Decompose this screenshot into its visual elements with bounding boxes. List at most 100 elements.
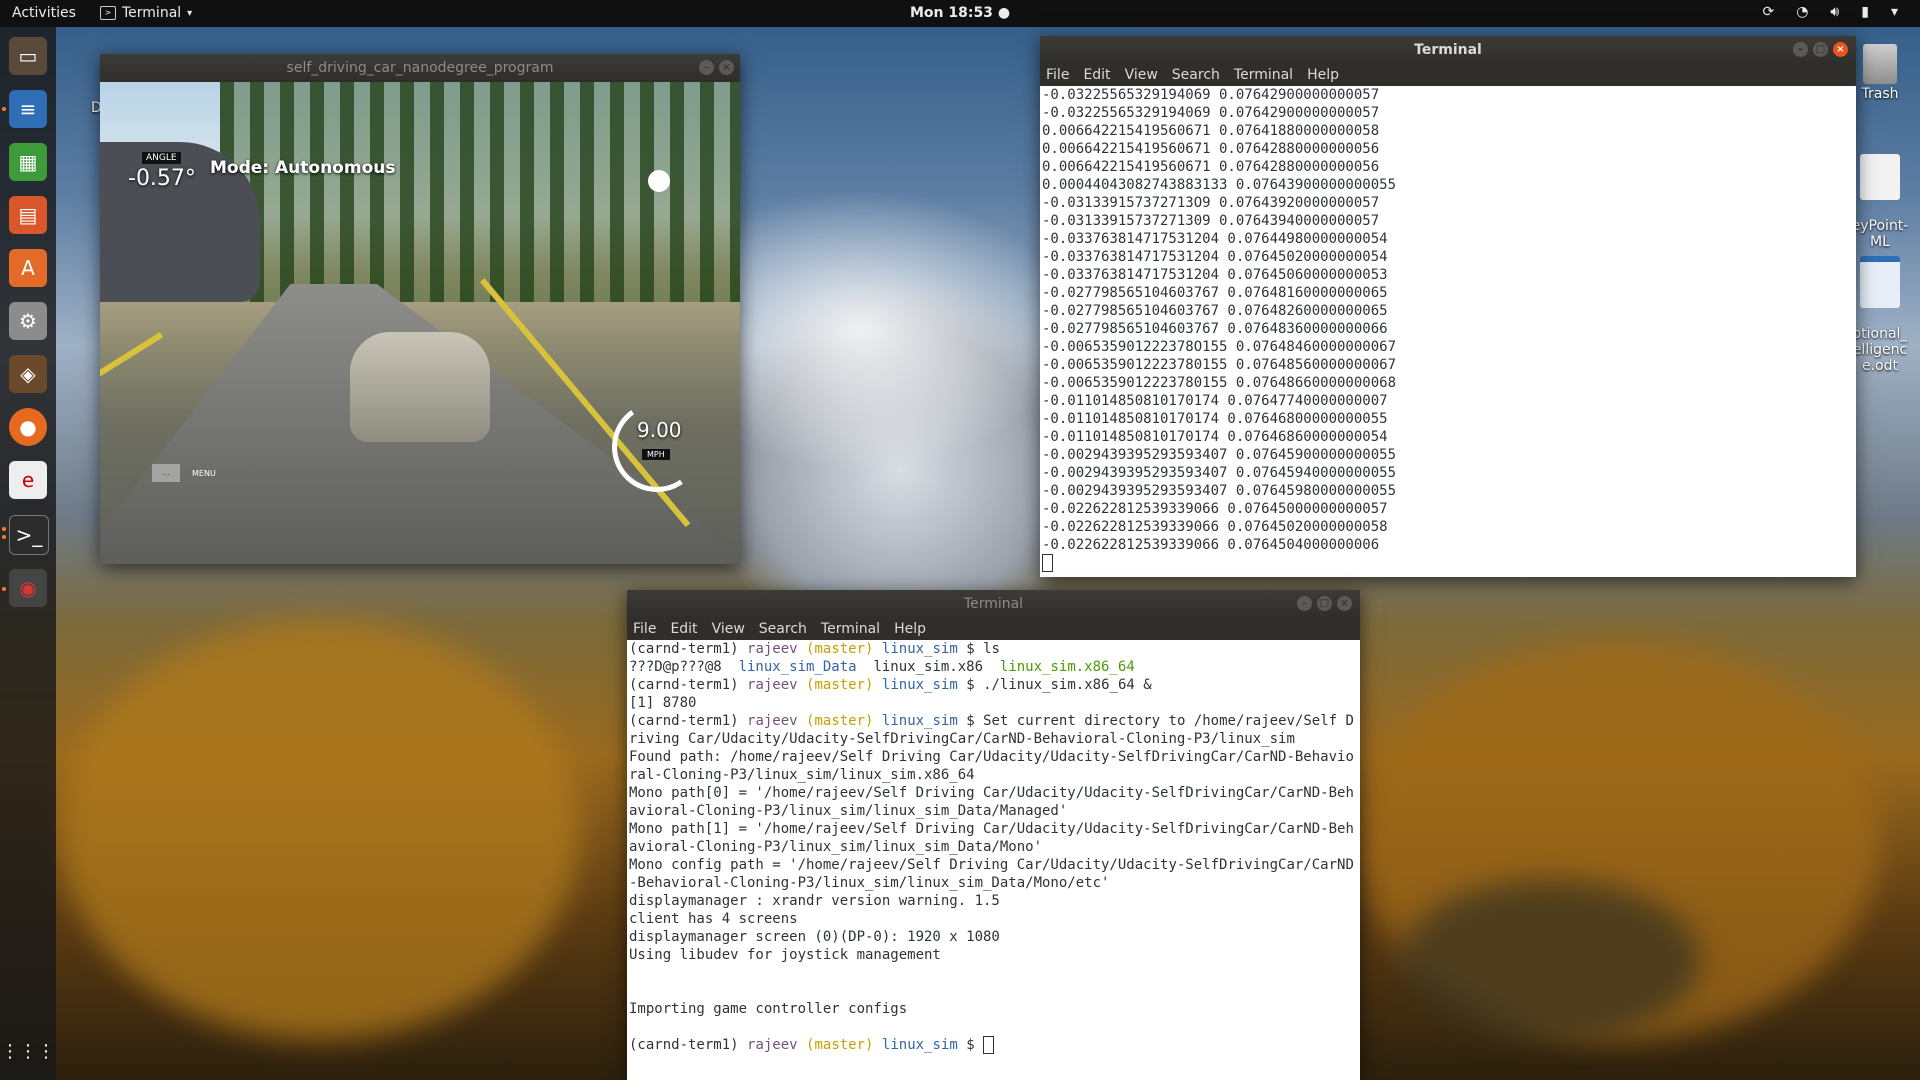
ls-output: ???D@p???@8 linux_sim_Data linux_sim.x86… [629,658,1360,676]
output-line: Mono path[1] = '/home/rajeev/Self Drivin… [629,821,1354,855]
impress-icon[interactable]: ▤ [9,196,47,234]
close-icon[interactable]: × [1337,596,1352,611]
desktop-icon-document[interactable]: eyPoint- ML [1848,138,1912,250]
terminal-menubar: File Edit View Search Terminal Help [1040,64,1856,86]
prompt-branch: (master) [806,713,874,729]
trash-icon [1863,44,1897,84]
menu-item-search[interactable]: Search [1172,67,1220,83]
prompt-user: rajeev [747,713,798,729]
prompt-symbol: $ [966,641,975,657]
output-line: -0.0029439395293593407 0.076459800000000… [1042,483,1397,499]
prompt-dir: linux_sim [881,1037,958,1053]
menu-item-help[interactable]: Help [1307,67,1339,83]
terminal-titlebar[interactable]: Terminal – □ × [627,590,1360,618]
menu-item-terminal[interactable]: Terminal [1234,67,1293,83]
menu-item-edit[interactable]: Edit [1083,67,1110,83]
output-line: -0.022622812539339066 0.0764500000000005… [1042,501,1388,517]
simulator-app-icon[interactable]: ◉ [9,569,47,607]
power-menu-icon[interactable]: ▾ [1891,4,1898,20]
running-indicator-icon [2,107,6,111]
output-line: 0.006642215419560671 0.07642880000000056 [1042,159,1380,175]
minimize-icon[interactable]: – [1793,42,1808,57]
close-icon[interactable]: × [1833,42,1848,57]
minimize-icon[interactable]: – [1297,596,1312,611]
battery-icon: ▮ [1861,4,1869,20]
window-controls: – □ × [1297,596,1352,611]
maximize-icon[interactable]: □ [1317,596,1332,611]
terminal-titlebar[interactable]: Terminal – □ × [1040,36,1856,64]
menu-item-terminal[interactable]: Terminal [821,621,880,637]
terminal-icon[interactable]: >_ [9,515,49,555]
menu-item-view[interactable]: View [1125,67,1158,83]
odt-document-icon [1860,256,1900,308]
virtualbox-icon[interactable]: ◈ [9,355,47,393]
output-line: -0.027798565104603767 0.0764816000000006… [1042,285,1388,301]
output-line: -0.0065359012223780155 0.076486600000000… [1042,375,1397,391]
pdf-viewer-icon[interactable]: e [9,461,47,499]
writer-icon[interactable]: ≡ [9,90,47,128]
ls-entry: ???D@p???@8 [629,659,722,675]
prompt-env: (carnd-term1) [629,677,739,693]
menu-item-file[interactable]: File [1046,67,1069,83]
menu-item-file[interactable]: File [633,621,656,637]
desktop-icon-odt[interactable]: otional_ elligenc e.odt [1848,240,1912,374]
job-output: [1] 8780 [629,695,697,711]
document-icon [1860,154,1900,200]
firefox-icon[interactable]: ● [9,408,47,446]
desktop-icon-label: otional_ elligenc e.odt [1852,326,1908,374]
output-line: -0.0029439395293593407 0.076459400000000… [1042,465,1397,481]
terminal-output[interactable]: -0.03225565329194069 0.07642900000000057… [1040,86,1856,577]
simulator-viewport[interactable]: ANGLE -0.57° Mode: Autonomous 9.00 MPH …… [100,82,740,564]
steering-angle: -0.57° [128,166,196,191]
output-line: -0.031339157372713O9 0.07643920000000057 [1042,195,1380,211]
prompt-dir: linux_sim [881,713,958,729]
forest-foliage [1400,880,1700,1040]
window-title: self_driving_car_nanodegree_program [286,60,554,76]
menu-item-edit[interactable]: Edit [670,621,697,637]
sun-icon [648,170,670,192]
output-line: -0.027798565104603767 0.0764826000000006… [1042,303,1388,319]
close-icon[interactable]: × [719,60,734,75]
desktop-icon-label: Trash [1861,86,1899,102]
menu-item-help[interactable]: Help [894,621,926,637]
terminal-shell[interactable]: (carnd-term1) rajeev (master) linux_sim … [627,640,1360,1080]
output-line: -0.03133915737271309 0.07643940000000057 [1042,213,1380,229]
menu-item-view[interactable]: View [712,621,745,637]
files-icon[interactable]: ▭ [9,37,47,75]
menu-item-search[interactable]: Search [759,621,807,637]
prompt-symbol: $ [966,677,975,693]
settings-icon[interactable]: ⚙ [9,302,47,340]
menu-button[interactable]: … [152,464,180,482]
output-line: Using libudev for joystick management [629,947,941,963]
terminal-window-output[interactable]: Terminal – □ × File Edit View Search Termina… [1040,36,1856,577]
sync-icon[interactable]: ⟳ [1762,4,1774,20]
simulator-window[interactable]: self_driving_car_nanodegree_program – × … [100,54,740,564]
software-center-icon[interactable]: A [9,249,47,287]
prompt-symbol: $ [966,713,975,729]
simulator-titlebar[interactable]: self_driving_car_nanodegree_program – × [100,54,740,82]
output-line: -0.03225565329194069 0.07642900000000057 [1042,87,1380,103]
ls-entry-exec: linux_sim.x86_64 [999,659,1135,675]
prompt-branch: (master) [806,1037,874,1053]
top-bar: Activities > Terminal ▾ Mon 18:53 ● ⟳ ◔ … [0,0,1920,27]
prompt-line: (carnd-term1) rajeev (master) linux_sim … [629,640,1360,658]
forest-trees [220,82,740,302]
prompt-line: (carnd-term1) rajeev (master) linux_sim … [629,712,1360,748]
show-applications-icon[interactable]: ⋮⋮⋮ [1,1032,55,1070]
output-line: Mono path[0] = '/home/rajeev/Self Drivin… [629,785,1354,819]
ls-entry: linux_sim.x86 [873,659,984,675]
terminal-window-shell[interactable]: Terminal – □ × File Edit View Search Termina… [627,590,1360,1080]
output-line: displaymanager : xrandr version warning.… [629,893,1000,909]
prompt-env: (carnd-term1) [629,641,739,657]
prompt-branch: (master) [806,677,874,693]
calc-icon[interactable]: ▦ [9,143,47,181]
terminal-cursor[interactable] [983,1036,995,1054]
system-tray[interactable]: ⟳ ◔ 🔊︎ ▮ ▾ [1762,4,1898,20]
window-controls: – × [699,60,734,75]
maximize-icon[interactable]: □ [1813,42,1828,57]
desktop-icon-trash[interactable]: Trash [1848,44,1912,102]
clock[interactable]: Mon 18:53 ● [0,5,1920,21]
output-line: 0.00044043082743883133 0.076439000000000… [1042,177,1397,193]
minimize-icon[interactable]: – [699,60,714,75]
output-line: -0.027798565104603767 0.0764836000000006… [1042,321,1388,337]
